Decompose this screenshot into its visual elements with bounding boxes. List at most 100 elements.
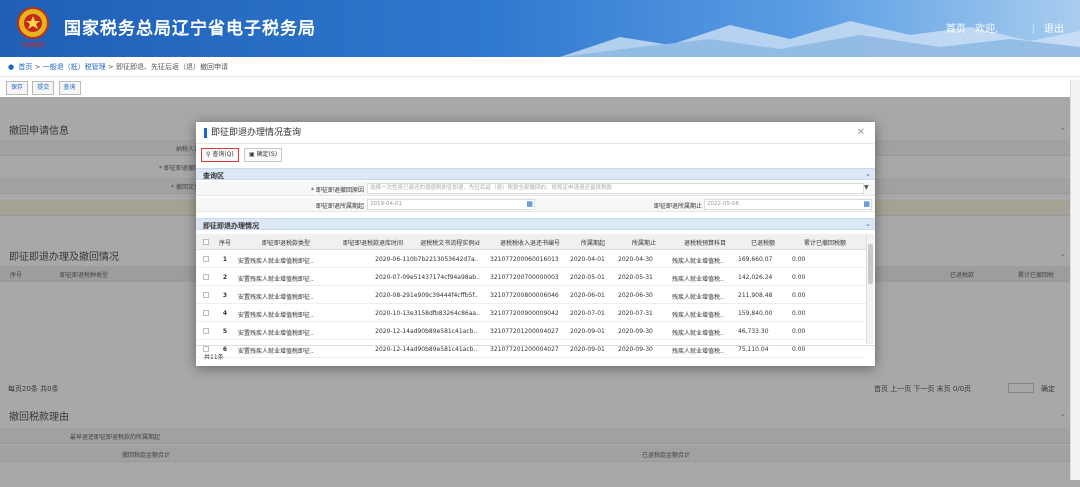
table-cell: 安置残疾人就业增值税即征..	[238, 276, 314, 283]
query-button[interactable]: 查询	[58, 81, 81, 95]
table-cell: 安置残疾人就业增值税即征..	[238, 312, 314, 319]
welcome-text: 欢迎,	[975, 24, 999, 35]
table-cell: 2020-04-30	[618, 256, 653, 263]
query-dialog: 即征即退办理情况查询 ✕ ⚲ 查询(Q) ▣ 确定(S) 查询区 ⌄ * 即征即退…	[196, 122, 875, 366]
page-scrollbar[interactable]	[1070, 80, 1080, 480]
period-start-input[interactable]: 2019-04-01 ▦	[367, 199, 535, 210]
table-cell: 321077200700000003	[490, 274, 559, 281]
breadcrumb-item-refund[interactable]: 一般退（抵）税管理	[43, 63, 106, 71]
page-toolbar: 保存 提交 查询	[6, 81, 83, 95]
home-link[interactable]: 首页	[946, 24, 966, 35]
calendar-icon[interactable]: ▦	[863, 200, 870, 209]
table-cell: 321077200800006046	[490, 292, 559, 299]
table-cell: 0.00	[792, 310, 806, 317]
table-cell: 321077201200004027	[490, 328, 559, 335]
row-checkbox[interactable]	[203, 256, 209, 262]
chevron-down-icon[interactable]: ⌄	[865, 170, 871, 178]
table-cell: 0.00	[792, 274, 806, 281]
logout-link[interactable]: 退出	[1044, 24, 1064, 35]
table-row[interactable]: 4 安置残疾人就业增值税即征.. 2020-10-13 e3158dfb83264c8…	[196, 305, 866, 322]
table-row[interactable]: 3 安置残疾人就业增值税即征.. 2020-08-29 1e909c39444f4cf…	[196, 287, 866, 304]
table-cell: 5	[222, 328, 228, 335]
table-cell: 2020-06-11	[375, 256, 410, 263]
table-cell: 2020-06-01	[570, 292, 605, 299]
site-title: 国家税务总局辽宁省电子税务局	[64, 19, 316, 39]
col-receipt-no: 退税税收入退还书编号	[499, 240, 560, 247]
table-cell: 残疾人就业增值税..	[672, 276, 724, 283]
table-cell: 2020-05-31	[618, 274, 653, 281]
row-checkbox[interactable]	[203, 274, 209, 280]
table-cell: 2	[222, 274, 228, 281]
col-flow-id: 退税税文书流程实例id	[420, 240, 480, 247]
table-cell: 残疾人就业增值税..	[672, 258, 724, 265]
table-cell: 残疾人就业增值税..	[672, 312, 724, 319]
result-total: 共11条	[196, 345, 875, 366]
table-row[interactable]: 1 安置残疾人就业增值税即征.. 2020-06-11 0b7b2213053642d…	[196, 251, 866, 268]
col-refunded: 已退税额	[750, 240, 775, 247]
submit-button[interactable]: 提交	[32, 81, 55, 95]
table-cell: 321077200060016013	[490, 256, 559, 263]
row-checkbox[interactable]	[203, 292, 209, 298]
reason-label: * 即征即退撤回原因	[311, 187, 364, 194]
period-end-input[interactable]: 2022-05-06 ▦	[704, 199, 872, 210]
table-cell: 0b7b2213053642d7a..	[410, 256, 479, 263]
table-cell: 0.00	[792, 292, 806, 299]
table-cell: 残疾人就业增值税..	[672, 330, 724, 337]
dialog-query-label: 查询(Q)	[212, 151, 234, 158]
col-index: 序号	[218, 240, 231, 247]
save-button[interactable]: 保存	[6, 81, 29, 95]
table-cell: 安置残疾人就业增值税即征..	[238, 330, 314, 337]
col-withdrawn: 累计已撤回税额	[803, 240, 846, 247]
divider: |	[1031, 24, 1035, 35]
table-cell: 2020-12-14	[375, 328, 410, 335]
table-cell: 169,660.07	[738, 256, 773, 263]
table-cell: 0.00	[792, 328, 806, 335]
table-cell: 2020-06-30	[618, 292, 653, 299]
table-row[interactable]: 5 安置残疾人就业增值税即征.. 2020-12-14 ad90b89e581c41a…	[196, 323, 866, 340]
table-cell: 46,733.30	[738, 328, 769, 335]
svg-text:中国税务: 中国税务	[21, 41, 45, 49]
table-cell: 2020-09-30	[618, 328, 653, 335]
table-cell: 安置残疾人就业增值税即征..	[238, 294, 314, 301]
reason-select[interactable]: 选择一次性将已退还的增值税即征即退、先征后返（退）税款全部撤回的，按规定申请退还…	[367, 183, 864, 194]
site-header: 中国税务 国家税务总局辽宁省电子税务局 首页 欢迎, | 退出	[0, 0, 1080, 57]
scrollbar-thumb[interactable]	[868, 244, 873, 284]
table-cell: 2020-10-13	[375, 310, 410, 317]
breadcrumb: ● 首页 > 一般退（抵）税管理 > 即征即退、先征后返（退）撤回申请	[0, 57, 1080, 77]
close-icon[interactable]: ✕	[857, 127, 865, 138]
breadcrumb-item-current: 即征即退、先征后返（退）撤回申请	[116, 63, 228, 71]
dialog-query-button[interactable]: ⚲ 查询(Q)	[201, 148, 239, 162]
table-cell: 3	[222, 292, 228, 299]
dialog-title: 即征即退办理情况查询	[204, 128, 301, 138]
table-cell: e51437174cf94a98ab..	[410, 274, 480, 281]
table-cell: 2020-07-31	[618, 310, 653, 317]
period-start-value: 2019-04-01	[370, 201, 402, 207]
table-cell: 1e909c39444f4cffb5f..	[410, 292, 478, 299]
table-cell: ad90b89e581c41acb..	[410, 328, 478, 335]
col-type: 即征即退税款类型	[261, 240, 310, 247]
period-end-label: 即征即退所属期止	[653, 203, 702, 210]
dialog-ok-button[interactable]: ▣ 确定(S)	[243, 148, 283, 162]
chevron-down-icon[interactable]: ⌄	[865, 220, 871, 228]
period-start-label: 即征即退所属期起	[315, 203, 364, 210]
table-row[interactable]: 2 安置残疾人就业增值税即征.. 2020-07-09 e51437174cf94a9…	[196, 269, 866, 286]
table-cell: 2020-05-01	[570, 274, 605, 281]
period-end-value: 2022-05-06	[707, 201, 739, 207]
table-cell: 2020-07-01	[570, 310, 605, 317]
breadcrumb-home[interactable]: 首页	[18, 63, 32, 71]
select-all-checkbox[interactable]	[203, 239, 209, 245]
calendar-icon[interactable]: ▦	[526, 200, 533, 209]
tax-emblem-icon: 中国税务	[17, 7, 49, 49]
table-cell: 1	[222, 256, 228, 263]
row-checkbox[interactable]	[203, 328, 209, 334]
result-table-header: 序号 即征即退税款类型 即征即退税款退库时间 退税税文书流程实例id 退税税收入…	[196, 234, 866, 250]
dropdown-arrow-icon[interactable]: ▼	[864, 184, 869, 191]
query-row-period: 即征即退所属期起 2019-04-01 ▦ 即征即退所属期止 2022-05-06…	[196, 198, 875, 212]
col-budget-item: 退税税预算科目	[683, 240, 726, 247]
table-cell: 2020-04-01	[570, 256, 605, 263]
query-section-bar: 查询区 ⌄	[196, 168, 875, 180]
row-checkbox[interactable]	[203, 310, 209, 316]
table-scrollbar[interactable]	[866, 234, 874, 344]
table-cell: 2020-09-01	[570, 328, 605, 335]
query-section-title: 查询区	[203, 172, 224, 180]
